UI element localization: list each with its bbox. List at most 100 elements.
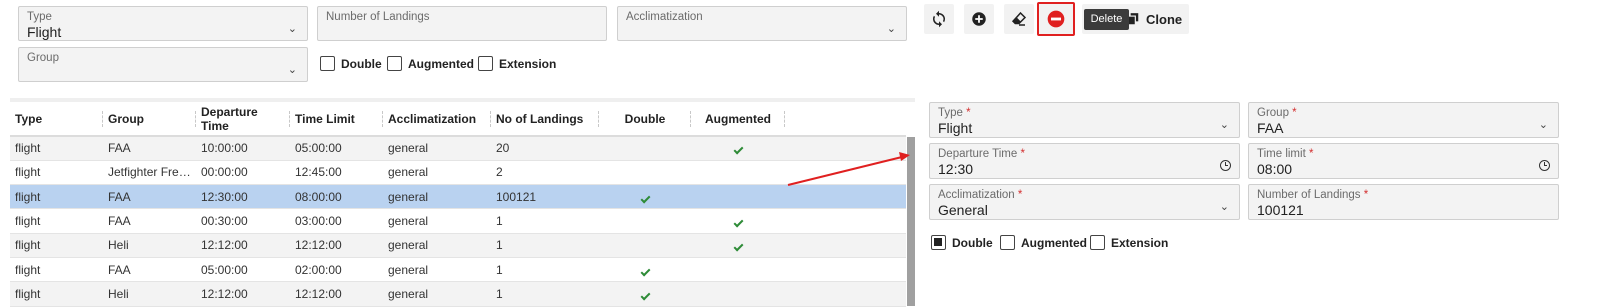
checkbox-label: Augmented bbox=[408, 56, 474, 71]
form-acclimatization-label: Acclimatization * bbox=[938, 189, 1023, 201]
cell-acclimatization: general bbox=[383, 184, 491, 210]
table-row[interactable]: flight Heli 12:12:00 12:12:00 general 1 bbox=[10, 233, 906, 258]
add-button[interactable] bbox=[964, 4, 994, 34]
delete-button[interactable] bbox=[1037, 2, 1075, 36]
cell-group: Jetfighter Freelancer bbox=[103, 160, 196, 186]
form-type-select[interactable]: Type * Flight ⌄ bbox=[929, 102, 1240, 138]
cell-type: flight bbox=[10, 233, 103, 258]
table-row[interactable]: flight Heli 12:12:00 12:12:00 general 1 bbox=[10, 281, 906, 307]
filter-augmented-checkbox[interactable]: Augmented bbox=[387, 56, 474, 71]
check-icon bbox=[640, 266, 650, 277]
cell-double bbox=[599, 208, 691, 234]
form-limit-value: 08:00 bbox=[1257, 161, 1293, 177]
form-type-label: Type * bbox=[938, 107, 971, 119]
cell-landings: 1 bbox=[491, 281, 599, 307]
table-row[interactable]: flightJetfighter Freelancer00:00:0012:45… bbox=[10, 160, 906, 186]
cell-empty bbox=[785, 233, 906, 258]
filter-group-label: Group bbox=[27, 52, 59, 64]
checkbox-box[interactable] bbox=[1000, 235, 1015, 250]
filter-type-select[interactable]: Type Flight ⌄ bbox=[18, 6, 308, 41]
form-departure-time-input[interactable]: Departure Time * 12:30 bbox=[929, 143, 1240, 179]
checkbox-box[interactable] bbox=[931, 235, 946, 250]
check-icon bbox=[733, 217, 743, 228]
filter-landings-input[interactable]: Number of Landings bbox=[317, 6, 607, 41]
table-row[interactable]: flight FAA 10:00:00 05:00:00 general 20 bbox=[10, 136, 906, 161]
cell-landings: 1 bbox=[491, 257, 599, 283]
filter-landings-label: Number of Landings bbox=[326, 11, 430, 23]
cell-group: FAA bbox=[103, 257, 196, 283]
cell-landings: 2 bbox=[491, 160, 599, 186]
form-augmented-checkbox[interactable]: Augmented bbox=[1000, 235, 1087, 250]
form-landings-label: Number of Landings * bbox=[1257, 189, 1369, 201]
chevron-down-icon: ⌄ bbox=[1538, 119, 1548, 131]
cell-group: FAA bbox=[103, 208, 196, 234]
table-row[interactable]: flight FAA 00:30:00 03:00:00 general 1 bbox=[10, 208, 906, 234]
cell-time-limit: 05:00:00 bbox=[290, 136, 383, 161]
cell-type: flight bbox=[10, 184, 103, 210]
form-group-select[interactable]: Group * FAA ⌄ bbox=[1248, 102, 1559, 138]
form-landings-input[interactable]: Number of Landings * 100121 bbox=[1248, 184, 1559, 220]
form-acclimatization-select[interactable]: Acclimatization * General ⌄ bbox=[929, 184, 1240, 220]
column-header[interactable]: Double bbox=[599, 103, 691, 137]
clone-label: Clone bbox=[1146, 12, 1183, 27]
filter-extension-checkbox[interactable]: Extension bbox=[478, 56, 556, 71]
column-header[interactable]: Acclimatization bbox=[383, 103, 491, 137]
tooltip-text: Delete bbox=[1090, 13, 1123, 25]
table-row[interactable]: flight FAA 12:30:00 08:00:00 general 100121 bbox=[10, 184, 906, 210]
cell-double bbox=[599, 281, 691, 307]
table-header-row: Type Group Departure Time Time Limit Acc… bbox=[10, 103, 906, 137]
column-header[interactable]: Augmented bbox=[691, 103, 785, 137]
clock-icon[interactable] bbox=[1220, 160, 1231, 171]
clear-button[interactable] bbox=[1004, 4, 1034, 34]
table-row[interactable]: flight FAA 05:00:00 02:00:00 general 1 bbox=[10, 257, 906, 283]
table-top-divider bbox=[10, 98, 915, 102]
cell-departure-time: 00:30:00 bbox=[196, 208, 290, 234]
form-landings-value: 100121 bbox=[1257, 202, 1304, 218]
form-limit-label: Time limit * bbox=[1257, 148, 1314, 160]
checkbox-box[interactable] bbox=[387, 56, 402, 71]
cell-type: flight bbox=[10, 160, 103, 186]
checkbox-box[interactable] bbox=[320, 56, 335, 71]
cell-double bbox=[599, 136, 691, 161]
checkbox-box[interactable] bbox=[478, 56, 493, 71]
clock-icon[interactable] bbox=[1539, 160, 1550, 171]
cell-acclimatization: general bbox=[383, 208, 491, 234]
cell-acclimatization: general bbox=[383, 233, 491, 258]
cell-landings: 100121 bbox=[491, 184, 599, 210]
cell-double bbox=[599, 233, 691, 258]
cell-double bbox=[599, 257, 691, 283]
column-header[interactable]: Group bbox=[103, 103, 196, 137]
cell-departure-time: 00:00:00 bbox=[196, 160, 290, 186]
filter-group-select[interactable]: Group ⌄ bbox=[18, 47, 308, 82]
checkbox-box[interactable] bbox=[1090, 235, 1105, 250]
column-header[interactable]: Departure Time bbox=[196, 103, 290, 137]
cell-landings: 1 bbox=[491, 233, 599, 258]
column-header[interactable]: Type bbox=[10, 103, 103, 137]
column-header[interactable]: No of Landings bbox=[491, 103, 599, 137]
cell-augmented bbox=[691, 160, 785, 186]
cell-landings: 1 bbox=[491, 208, 599, 234]
cell-augmented bbox=[691, 208, 785, 234]
filter-acclimatization-label: Acclimatization bbox=[626, 11, 703, 23]
checkbox-label: Double bbox=[952, 235, 993, 250]
refresh-button[interactable] bbox=[924, 4, 954, 34]
cell-augmented bbox=[691, 257, 785, 283]
cell-acclimatization: general bbox=[383, 281, 491, 307]
filter-acclimatization-select[interactable]: Acclimatization ⌄ bbox=[617, 6, 907, 41]
cell-group: FAA bbox=[103, 184, 196, 210]
cell-time-limit: 08:00:00 bbox=[290, 184, 383, 210]
cell-augmented bbox=[691, 233, 785, 258]
form-time-limit-input[interactable]: Time limit * 08:00 bbox=[1248, 143, 1559, 179]
cell-group: FAA bbox=[103, 136, 196, 161]
check-icon bbox=[733, 144, 743, 155]
column-header[interactable]: Time Limit bbox=[290, 103, 383, 137]
cell-time-limit: 12:12:00 bbox=[290, 233, 383, 258]
cell-augmented bbox=[691, 184, 785, 210]
form-extension-checkbox[interactable]: Extension bbox=[1090, 235, 1168, 250]
refresh-icon bbox=[932, 10, 946, 28]
cell-departure-time: 12:12:00 bbox=[196, 233, 290, 258]
filter-double-checkbox[interactable]: Double bbox=[320, 56, 382, 71]
form-double-checkbox[interactable]: Double bbox=[931, 235, 993, 250]
cell-departure-time: 05:00:00 bbox=[196, 257, 290, 283]
form-departure-label: Departure Time * bbox=[938, 148, 1025, 160]
